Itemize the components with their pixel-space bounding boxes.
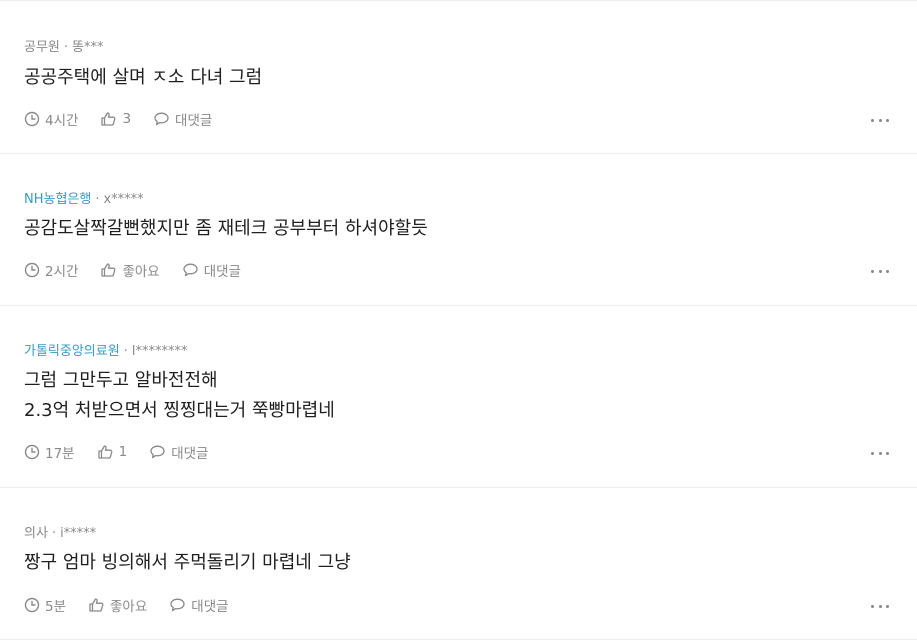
speech-bubble-icon [150,445,165,459]
thumbs-up-icon [101,263,116,277]
time-info: 4시간 [24,109,78,129]
comment-item: 가톨릭중앙의료원 · l******** 그럼 그만두고 알바전전해 2.3억 처받… [0,306,917,488]
reply-button[interactable]: 대댓글 [149,442,208,462]
time-info: 5분 [24,595,66,615]
more-options-icon[interactable] [871,115,889,125]
clock-icon [24,597,40,613]
author-company[interactable]: 의사 [24,526,48,541]
thumbs-up-icon [101,112,116,126]
comment-text-line: 공공주택에 살며 ㅈ소 다녀 그럼 [24,67,263,88]
clock-icon [24,111,40,127]
more-options-icon[interactable] [871,266,889,276]
comment-item: NH농협은행 · x***** 공감도살짝갈뻔했지만 좀 재테크 공부부터 하셔야할… [0,154,917,306]
reply-label: 대댓글 [175,113,213,129]
time-info: 17분 [24,442,75,462]
time-label: 2시간 [45,264,79,280]
like-label: 좋아요 [110,599,148,615]
reply-label: 대댓글 [171,446,209,462]
comment-text-line: 공감도살짝갈뻔했지만 좀 재테크 공부부터 하셔야할듯 [24,218,428,239]
reply-button[interactable]: 대댓글 [153,109,212,129]
speech-bubble-icon [170,598,185,612]
author-username: x***** [103,192,144,207]
like-label: 1 [118,444,128,460]
time-info: 2시간 [24,260,78,280]
reply-button[interactable]: 대댓글 [182,260,241,280]
author-company[interactable]: NH농협은행 [24,192,91,207]
meta-separator: · [123,344,128,359]
more-options-icon[interactable] [871,448,889,458]
comment-meta: 의사 · i***** [24,522,96,541]
like-button[interactable]: 좋아요 [100,260,160,280]
reply-button[interactable]: 대댓글 [169,595,229,615]
clock-icon [24,262,40,278]
time-label: 17분 [45,446,75,462]
comment-actions: 2시간 좋아요 대댓글 [24,260,263,280]
comment-actions: 5분 좋아요 대댓글 [24,595,251,615]
thumbs-up-icon [89,598,104,612]
comment-text-line: 그럼 그만두고 알바전전해 [24,370,218,391]
speech-bubble-icon [154,112,169,126]
comment-text: 공감도살짝갈뻔했지만 좀 재테크 공부부터 하셔야할듯 [24,214,428,244]
author-username: l******** [131,344,188,359]
comment-item: 공무원 · 똥*** 공공주택에 살며 ㅈ소 다녀 그럼 4시간 3 대댓글 [0,0,917,154]
comment-text: 공공주택에 살며 ㅈ소 다녀 그럼 [24,63,262,93]
reply-label: 대댓글 [203,264,241,280]
author-username: i***** [60,526,97,541]
like-button[interactable]: 1 [97,444,128,460]
like-label: 좋아요 [122,264,160,280]
like-button[interactable]: 좋아요 [88,595,147,615]
thumbs-up-icon [97,445,113,459]
speech-bubble-icon [183,263,198,277]
more-options-icon[interactable] [871,601,889,611]
comment-actions: 17분 1 대댓글 [24,442,230,462]
comment-meta: 가톨릭중앙의료원 · l******** [24,340,187,359]
comment-text-line: 2.3억 처받으면서 찡찡대는거 쭉빵마렵네 [24,400,335,421]
comment-meta: 공무원 · 똥*** [24,36,104,55]
time-label: 5분 [45,599,67,615]
meta-separator: · [95,192,100,207]
comment-text: 그럼 그만두고 알바전전해 2.3억 처받으면서 찡찡대는거 쭉빵마렵네 [24,366,335,426]
author-company[interactable]: 가톨릭중앙의료원 [24,344,120,359]
like-label: 3 [122,111,132,127]
clock-icon [24,444,40,460]
author-company[interactable]: 공무원 [24,40,60,55]
reply-label: 대댓글 [191,599,229,615]
like-button[interactable]: 3 [100,111,131,127]
comment-item: 의사 · i***** 짱구 엄마 빙의해서 주먹돌리기 마렵네 그냥 5분 좋아요… [0,488,917,640]
comment-text-line: 짱구 엄마 빙의해서 주먹돌리기 마렵네 그냥 [24,552,351,573]
comment-actions: 4시간 3 대댓글 [24,109,234,129]
comment-meta: NH농협은행 · x***** [24,188,144,207]
author-username: 똥*** [72,40,104,55]
meta-separator: · [63,40,69,55]
comment-text: 짱구 엄마 빙의해서 주먹돌리기 마렵네 그냥 [24,548,351,578]
meta-separator: · [51,526,57,541]
time-label: 4시간 [45,113,79,129]
